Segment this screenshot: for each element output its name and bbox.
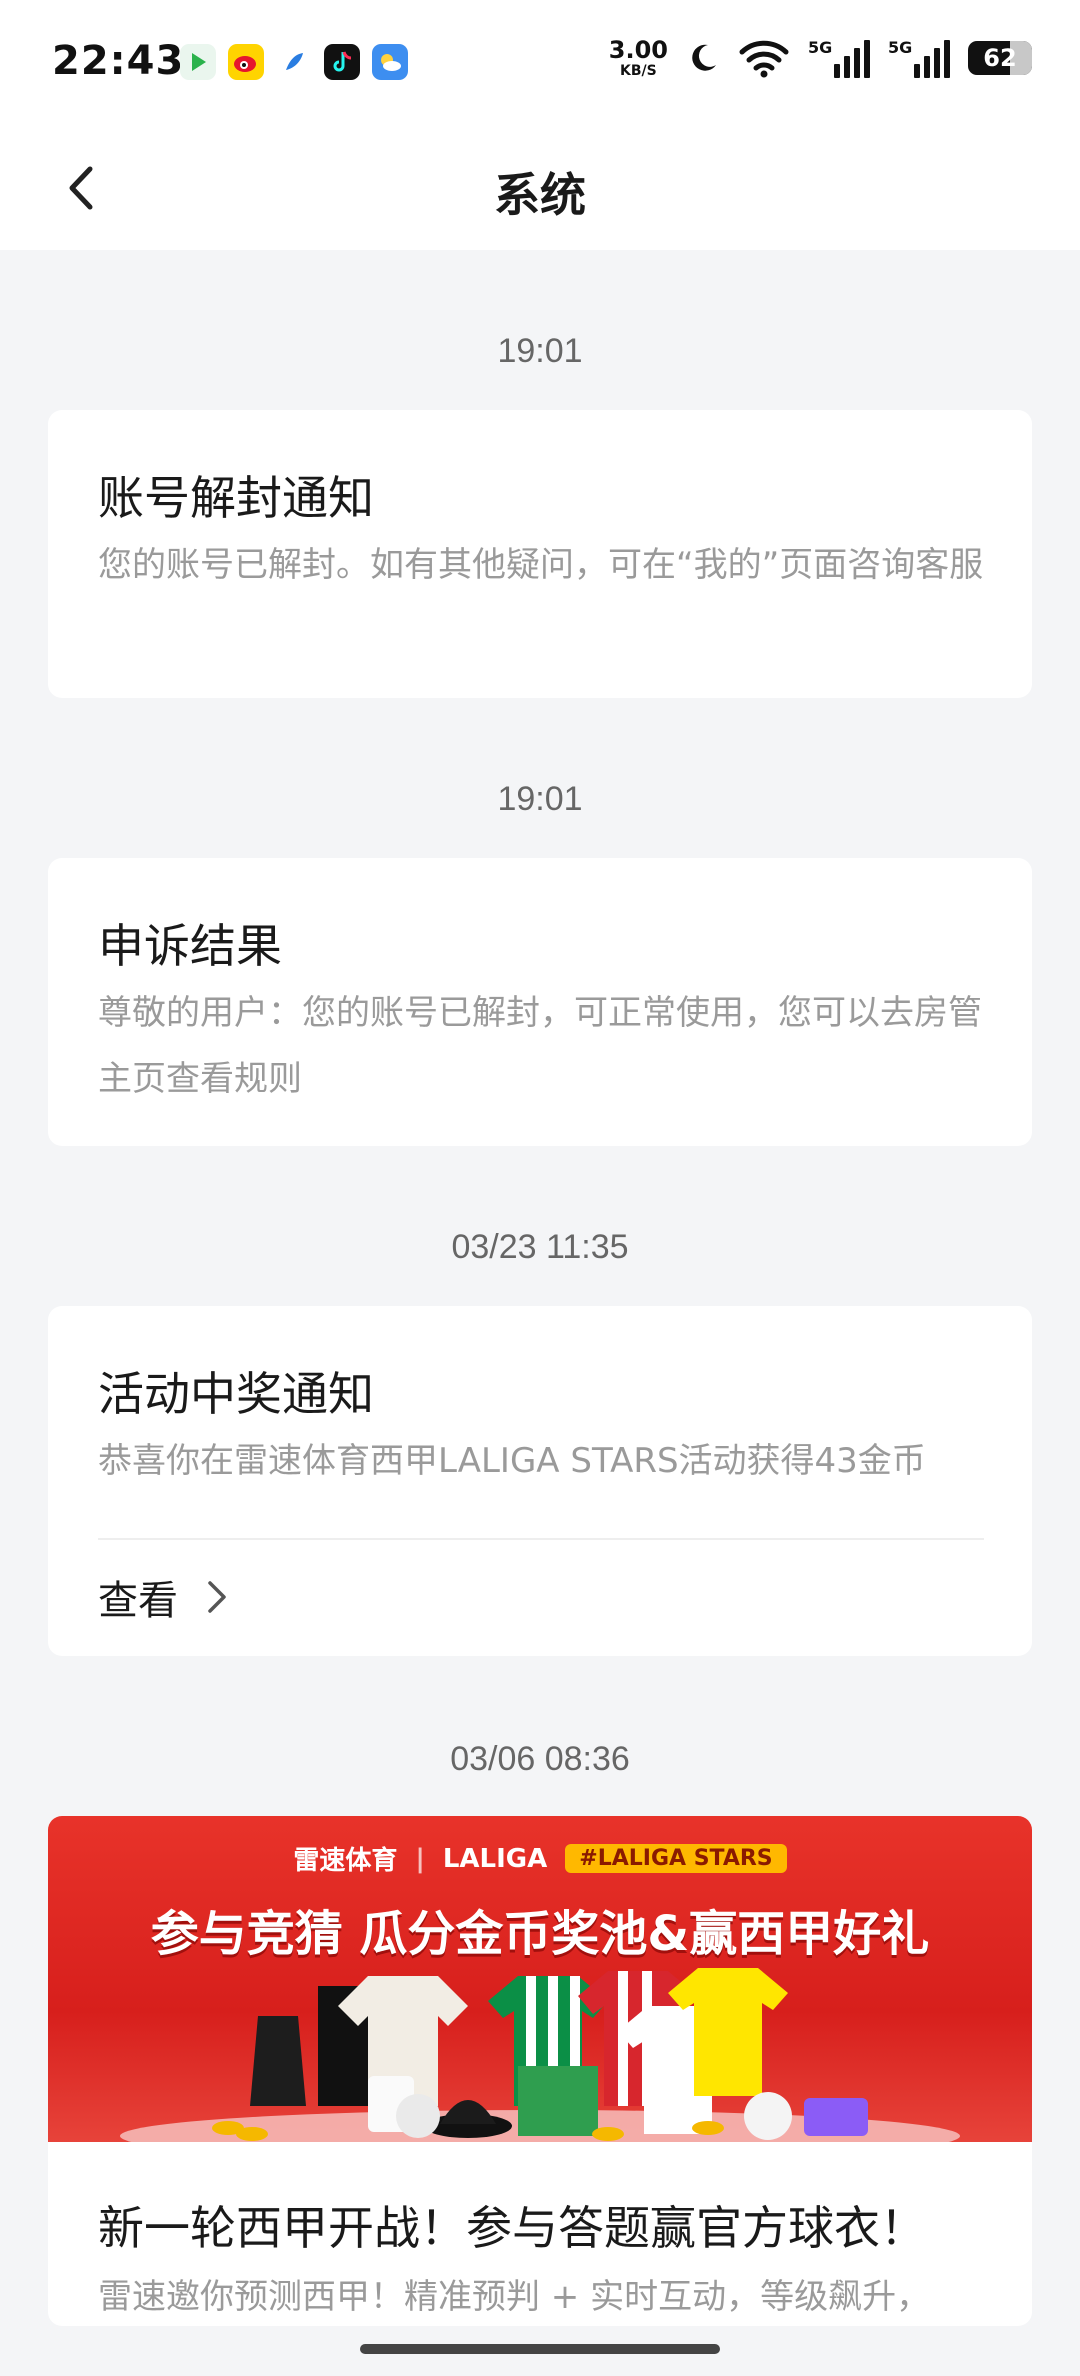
message-title: 账号解封通知 [98, 471, 374, 525]
message-card: 活动中奖通知 恭喜你在雷速体育西甲LALIGA STARS活动获得43金币 查看 [48, 1306, 1032, 1656]
signal-bar [924, 56, 930, 78]
screen: 22:43 3.00 KB/S 5G 5G 62 系统 19:01 账号解封通知… [0, 0, 1080, 2376]
message-time: 03/06 08:36 [450, 1740, 630, 1778]
signal-1-label: 5G [808, 38, 833, 57]
view-details-link[interactable]: 查看 [98, 1568, 230, 1626]
banner-headline: 参与竞猜 瓜分金币奖池&赢西甲好礼 [150, 1906, 930, 1962]
promo-message-card[interactable]: 雷速体育 | LALIGA #LALIGA STARS 参与竞猜 瓜分金币奖池&… [48, 1816, 1032, 2326]
weibo-icon [228, 44, 264, 80]
signal-bar [834, 64, 840, 78]
chevron-right-icon [208, 1581, 226, 1613]
laliga-logo: LALIGA [442, 1843, 548, 1874]
message-body: 恭喜你在雷速体育西甲LALIGA STARS活动获得43金币 [98, 1441, 926, 1481]
message-title: 活动中奖通知 [98, 1367, 374, 1421]
signal-bar [944, 40, 950, 78]
signal-bar [914, 64, 920, 78]
home-gesture-bar[interactable] [360, 2344, 720, 2354]
top-nav-bar: 系统 [0, 125, 1080, 250]
wifi-icon [739, 40, 789, 78]
status-indicators: 3.00 KB/S 5G 5G 62 [609, 38, 1032, 78]
message-card[interactable]: 账号解封通知 您的账号已解封。如有其他疑问，可在“我的”页面咨询客服 [48, 410, 1032, 698]
message-card[interactable]: 申诉结果 尊敬的用户：您的账号已解封，可正常使用，您可以去房管主页查看规则 [48, 858, 1032, 1146]
battery-level: 62 [983, 44, 1017, 72]
signal-bar [934, 48, 940, 78]
cellular-signal-1-icon: 5G [808, 38, 870, 78]
view-details-label: 查看 [98, 1578, 178, 1624]
message-body: 您的账号已解封。如有其他疑问，可在“我的”页面咨询客服 [98, 545, 984, 585]
message-time: 19:01 [497, 332, 583, 370]
merchandise-illustration [120, 1968, 960, 2142]
net-speed-unit: KB/S [620, 63, 657, 79]
signal-2-label: 5G [888, 38, 913, 57]
promo-banner-image[interactable]: 雷速体育 | LALIGA #LALIGA STARS 参与竞猜 瓜分金币奖池&… [48, 1816, 1032, 2142]
message-time: 19:01 [497, 780, 583, 818]
message-title: 申诉结果 [98, 919, 282, 973]
do-not-disturb-moon-icon [692, 44, 716, 71]
cellular-signal-2-icon: 5G [888, 38, 950, 78]
message-body: 雷速邀你预测西甲！精准预判 + 实时互动，等级飙升， [98, 2277, 931, 2317]
battery-icon: 62 [968, 41, 1032, 75]
message-body: 尊敬的用户：您的账号已解封，可正常使用，您可以去房管主页查看规则 [98, 993, 982, 1099]
leisu-brand-logo: 雷速体育 [293, 1846, 398, 1876]
signal-bar [844, 56, 850, 78]
laliga-stars-tag: #LALIGA STARS [565, 1844, 787, 1873]
status-time: 22:43 [52, 38, 185, 84]
tiktok-icon [324, 44, 360, 80]
logo-separator: | [415, 1843, 425, 1874]
page-title: 系统 [494, 168, 586, 222]
status-bar: 22:43 3.00 KB/S 5G 5G 62 [0, 0, 1080, 125]
signal-bar [864, 40, 870, 78]
message-time: 03/23 11:35 [451, 1228, 629, 1266]
video-app-icon [180, 44, 216, 80]
signal-bar [854, 48, 860, 78]
message-title: 新一轮西甲开战！参与答题赢官方球衣！ [98, 2201, 926, 2255]
weather-icon [372, 44, 408, 80]
notification-app-icons [180, 44, 408, 80]
network-speed: 3.00 KB/S [609, 38, 668, 78]
net-speed-value: 3.00 [608, 36, 668, 64]
feather-app-icon [276, 44, 312, 80]
card-divider [98, 1538, 984, 1540]
banner-logo-row: 雷速体育 | LALIGA #LALIGA STARS [48, 1840, 1032, 1877]
